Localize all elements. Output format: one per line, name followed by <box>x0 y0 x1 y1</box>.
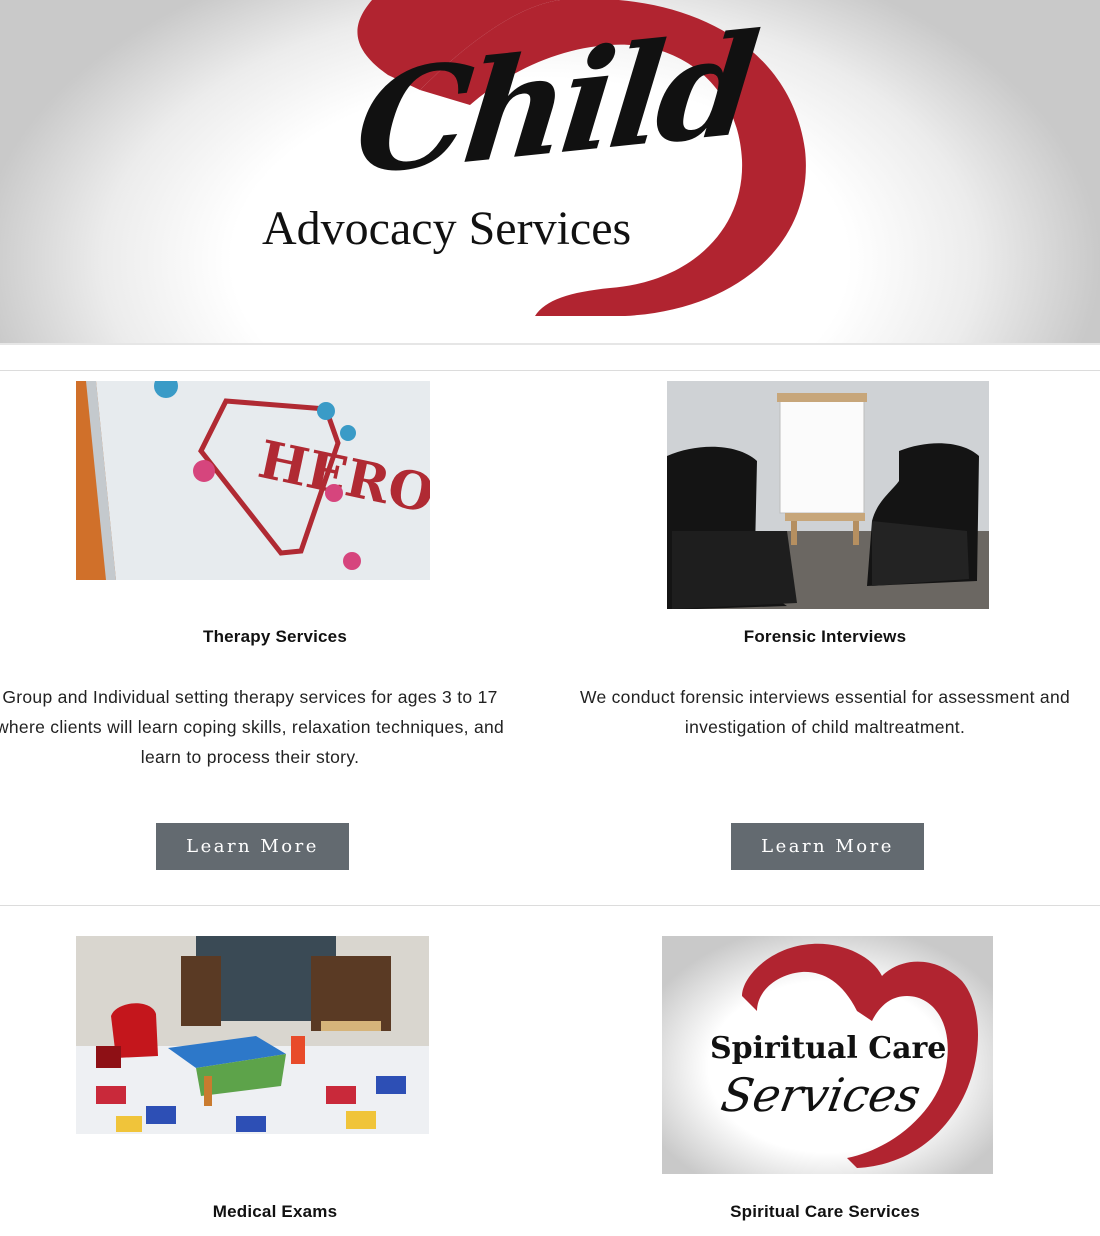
service-description: Group and Individual setting therapy ser… <box>0 687 505 767</box>
logo-script-text: Child <box>348 3 761 208</box>
service-title: Medical Exams <box>212 1202 338 1221</box>
service-title: Therapy Services <box>202 627 347 646</box>
spiritual-care-logo: Spiritual Care Services <box>662 936 993 1174</box>
svg-text:Spiritual Care: Spiritual Care <box>710 1031 946 1066</box>
service-card-forensic: Forensic Interviews We conduct forensic … <box>550 370 1100 905</box>
svg-text:Services: Services <box>717 1068 924 1122</box>
service-description: We conduct forensic interviews essential… <box>579 687 1071 737</box>
service-title: Forensic Interviews <box>743 627 907 646</box>
interview-room-photo <box>667 381 989 609</box>
logo-subtitle: Advocacy Services <box>262 202 632 255</box>
service-card-spiritual: Spiritual Care Services Spiritual Care S… <box>550 905 1100 1236</box>
hero-banner: Child Advocacy Services <box>0 0 1100 345</box>
service-card-therapy: HERO Therapy Services Group and Individu… <box>0 370 550 905</box>
service-title: Spiritual Care Services <box>730 1202 920 1221</box>
hero-wall-mural-photo: HERO <box>76 381 430 580</box>
learn-more-button[interactable]: Learn More <box>731 823 924 870</box>
service-card-medical: Medical Exams <box>0 905 550 1236</box>
learn-more-button[interactable]: Learn More <box>156 823 349 870</box>
playroom-photo <box>76 936 429 1134</box>
hero-bottom-edge <box>0 343 1100 345</box>
